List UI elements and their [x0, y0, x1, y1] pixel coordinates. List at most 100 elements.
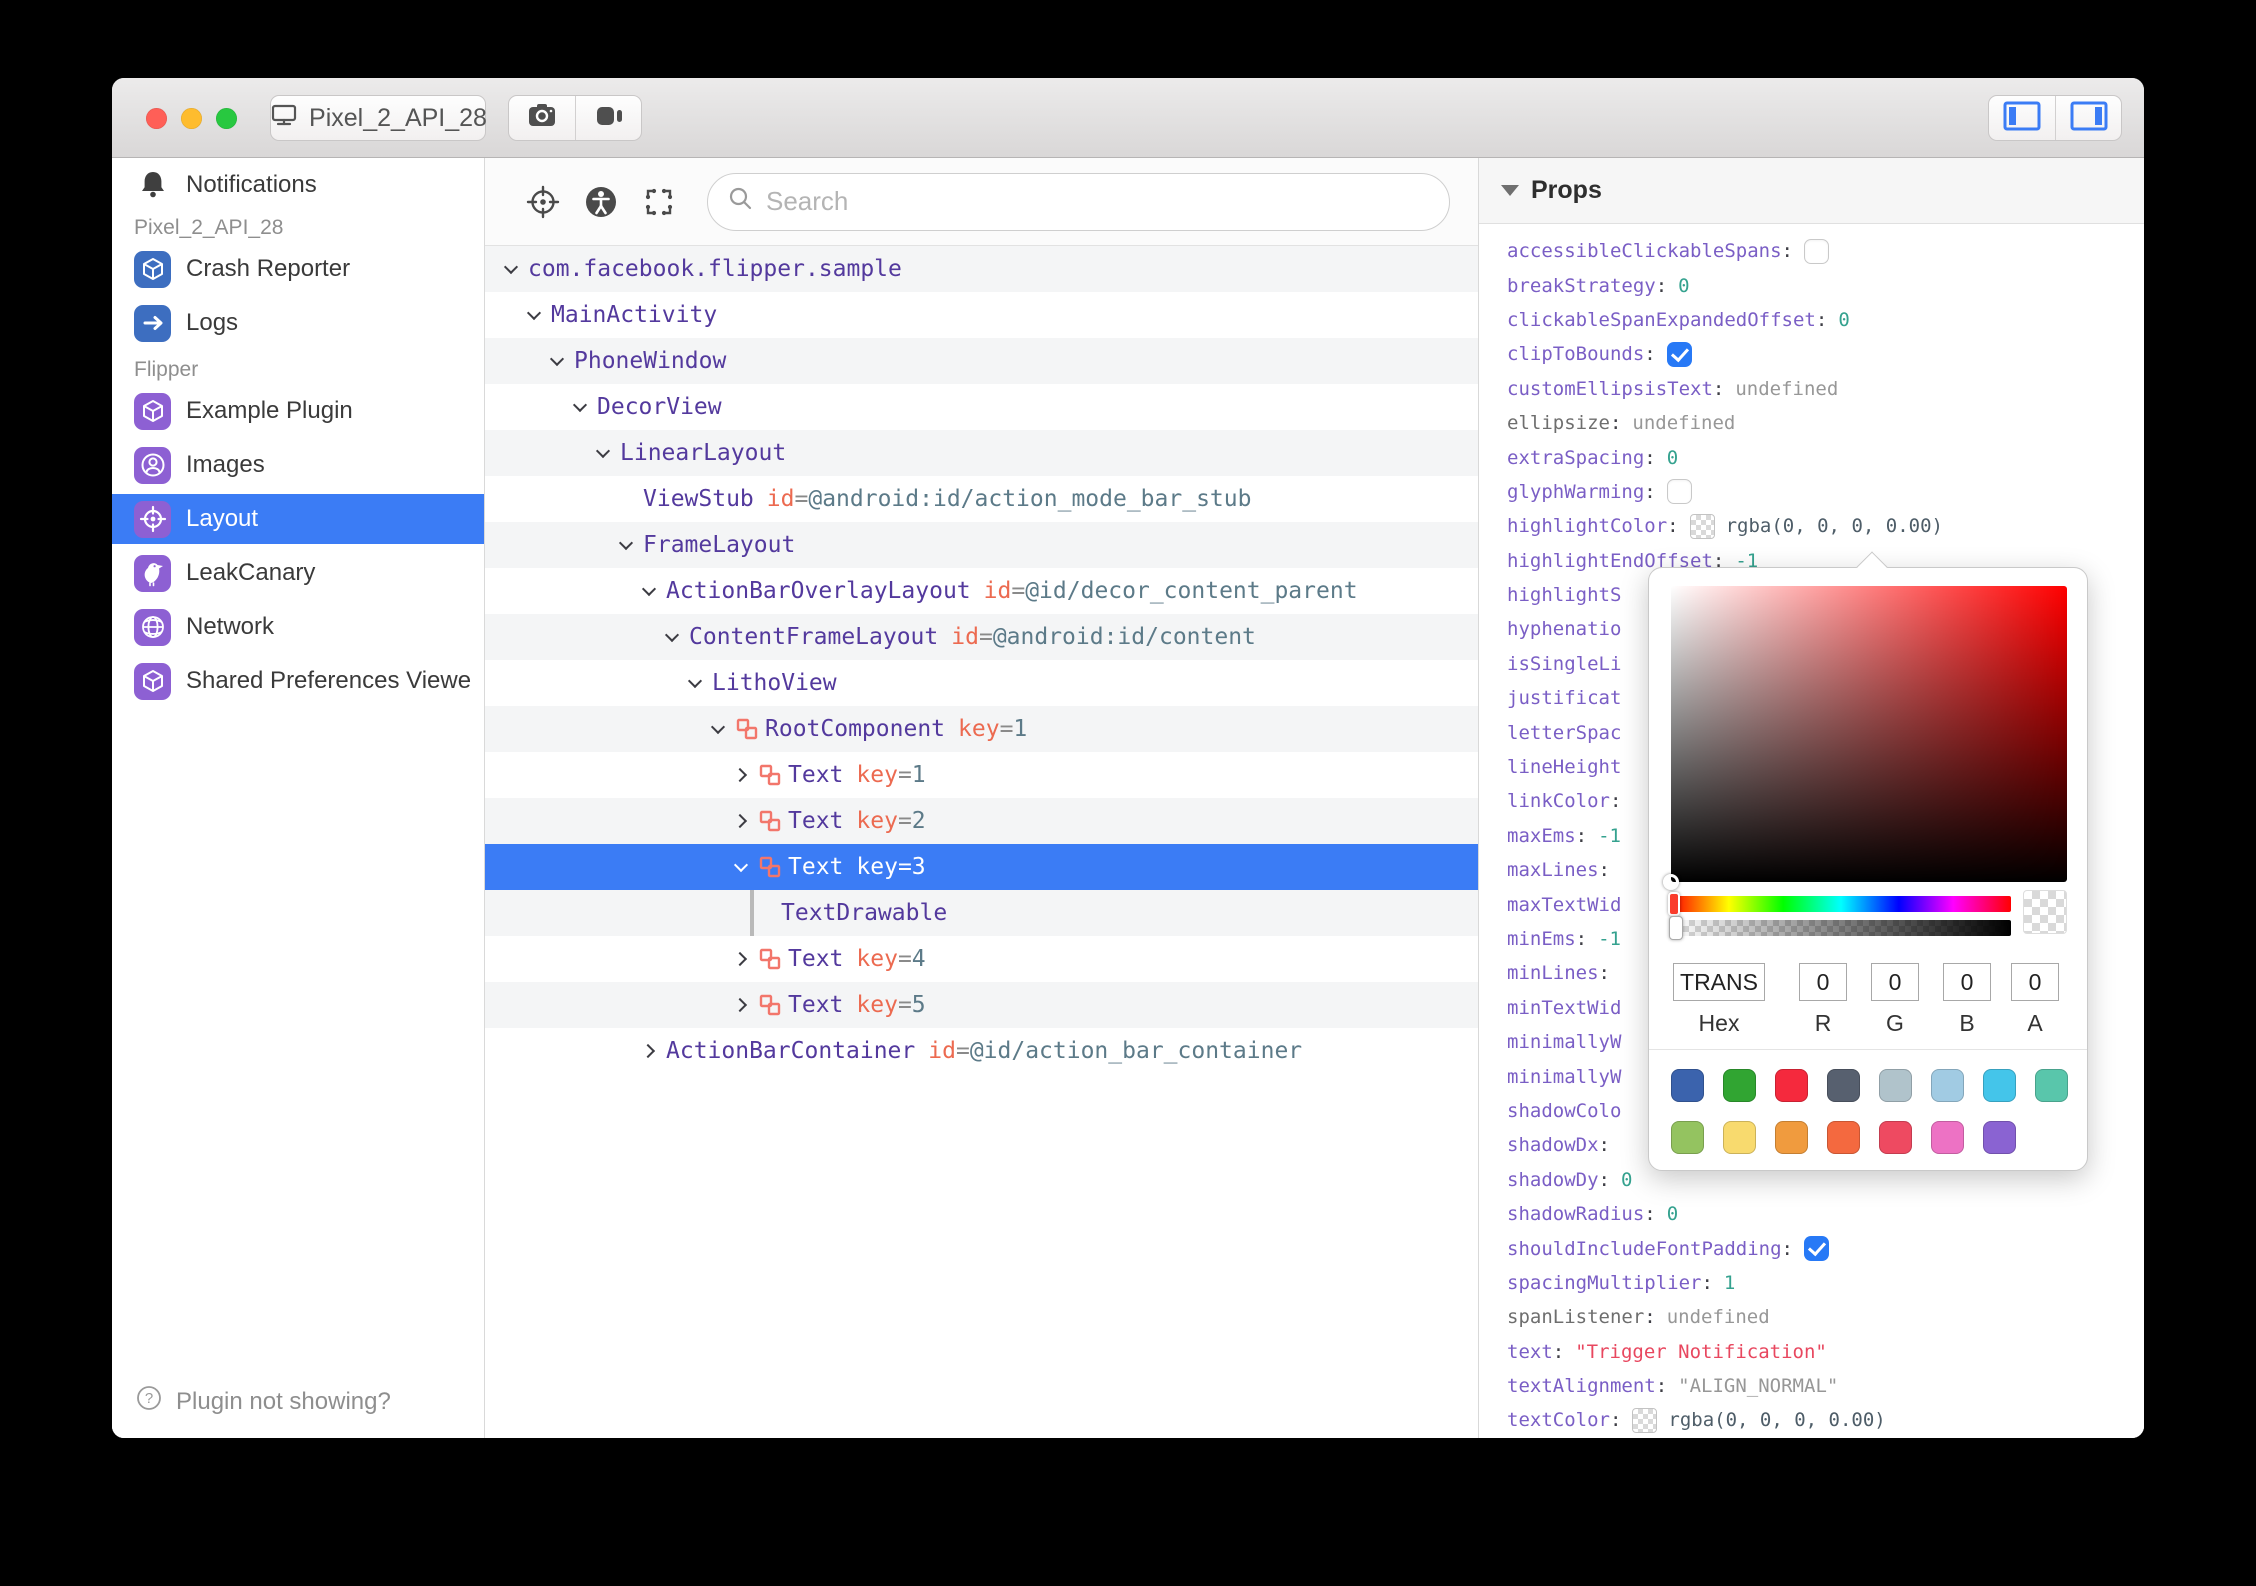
- chevron-right-icon[interactable]: [727, 798, 755, 844]
- preset-color[interactable]: [1931, 1069, 1964, 1102]
- tree-row[interactable]: MainActivity: [485, 292, 1478, 338]
- prop-row: spanListener: undefined: [1507, 1306, 1770, 1329]
- chevron-down-icon[interactable]: [681, 660, 709, 706]
- device-selector-button[interactable]: Pixel_2_API_28: [270, 95, 487, 141]
- tree-node-name: ViewStub: [643, 486, 754, 512]
- preset-color[interactable]: [1723, 1069, 1756, 1102]
- zoom-icon[interactable]: [216, 107, 237, 129]
- preset-color[interactable]: [1879, 1121, 1912, 1154]
- red-input[interactable]: [1799, 963, 1847, 1001]
- props-header[interactable]: Props: [1479, 158, 2144, 224]
- chevron-down-icon[interactable]: [727, 844, 755, 890]
- tree-row[interactable]: LinearLayout: [485, 430, 1478, 476]
- tree-row[interactable]: ActionBarContainer id=@id/action_bar_con…: [485, 1028, 1478, 1074]
- alpha-slider-handle[interactable]: [1669, 916, 1683, 940]
- target-icon[interactable]: [521, 180, 565, 224]
- tree-row-selected[interactable]: Text key=3: [485, 844, 1478, 890]
- sidebar-item-shared-preferences[interactable]: Shared Preferences Viewe: [112, 656, 484, 706]
- alpha-input[interactable]: [2011, 963, 2059, 1001]
- preset-color[interactable]: [1879, 1069, 1912, 1102]
- sidebar-item-images[interactable]: Images: [112, 440, 484, 490]
- checkbox-checked[interactable]: [1666, 341, 1692, 367]
- checkbox-checked[interactable]: [1804, 1236, 1829, 1262]
- tree-row[interactable]: RootComponent key=1: [485, 706, 1478, 752]
- litho-component-icon: [755, 982, 785, 1028]
- sidebar-item-notifications[interactable]: Notifications: [112, 160, 484, 210]
- tree-row[interactable]: TextDrawable: [485, 890, 1478, 936]
- expand-selection-icon[interactable]: [637, 180, 681, 224]
- chevron-down-icon[interactable]: [612, 522, 640, 568]
- tree-row[interactable]: PhoneWindow: [485, 338, 1478, 384]
- prop-row: highlightColor: rgba(0, 0, 0, 0.00): [1507, 513, 1943, 539]
- prop-row: clipToBounds:: [1507, 337, 2144, 371]
- preset-color[interactable]: [1827, 1121, 1860, 1154]
- chevron-right-icon[interactable]: [727, 936, 755, 982]
- plugin-help-link[interactable]: ? Plugin not showing?: [134, 1383, 391, 1420]
- saturation-square[interactable]: [1663, 586, 2067, 890]
- sidebar-item-label: Network: [186, 613, 275, 640]
- saturation-cursor[interactable]: [1663, 874, 1679, 890]
- accessibility-icon[interactable]: [579, 180, 623, 224]
- tree-row[interactable]: Text key=2: [485, 798, 1478, 844]
- chevron-down-icon[interactable]: [635, 568, 663, 614]
- tree-row[interactable]: FrameLayout: [485, 522, 1478, 568]
- chevron-down-icon[interactable]: [520, 292, 548, 338]
- bell-icon: [134, 167, 171, 204]
- color-swatch-button[interactable]: [1689, 513, 1715, 539]
- tree-row[interactable]: Text key=4: [485, 936, 1478, 982]
- search-input[interactable]: [766, 186, 1431, 217]
- toggle-right-panel-button[interactable]: [2055, 96, 2121, 140]
- preset-color[interactable]: [2035, 1069, 2068, 1102]
- minimize-icon[interactable]: [181, 107, 202, 129]
- tree-row[interactable]: DecorView: [485, 384, 1478, 430]
- preset-color[interactable]: [1983, 1121, 2016, 1154]
- green-input[interactable]: [1871, 963, 1919, 1001]
- chevron-down-icon[interactable]: [543, 338, 571, 384]
- preset-color[interactable]: [1671, 1069, 1704, 1102]
- tree-row[interactable]: ContentFrameLayout id=@android:id/conten…: [485, 614, 1478, 660]
- sidebar-item-crash-reporter[interactable]: Crash Reporter: [112, 244, 484, 294]
- sidebar-item-network[interactable]: Network: [112, 602, 484, 652]
- chevron-right-icon[interactable]: [727, 752, 755, 798]
- chevron-right-icon[interactable]: [727, 982, 755, 1028]
- preset-color[interactable]: [1931, 1121, 1964, 1154]
- alpha-slider[interactable]: [1669, 916, 2011, 940]
- chevron-right-icon[interactable]: [635, 1028, 663, 1074]
- sidebar-item-logs[interactable]: Logs: [112, 298, 484, 348]
- preset-color[interactable]: [1671, 1121, 1704, 1154]
- sidebar-item-layout[interactable]: Layout: [112, 494, 484, 544]
- tree-node-name: Text: [788, 946, 844, 972]
- video-camera-icon: [592, 99, 626, 138]
- chevron-down-icon[interactable]: [704, 706, 732, 752]
- tree-row[interactable]: ActionBarOverlayLayout id=@id/decor_cont…: [485, 568, 1478, 614]
- chevron-down-icon[interactable]: [589, 430, 617, 476]
- close-icon[interactable]: [146, 107, 167, 129]
- tree-row[interactable]: LithoView: [485, 660, 1478, 706]
- hue-slider-handle[interactable]: [1668, 892, 1680, 916]
- tree-row[interactable]: ViewStub id=@android:id/action_mode_bar_…: [485, 476, 1478, 522]
- hex-input[interactable]: [1673, 963, 1765, 1001]
- prop-row: customEllipsisText: undefined: [1507, 377, 1839, 400]
- chevron-down-icon[interactable]: [566, 384, 594, 430]
- preset-color[interactable]: [1723, 1121, 1756, 1154]
- preset-color[interactable]: [1775, 1121, 1808, 1154]
- sidebar-item-leakcanary[interactable]: LeakCanary: [112, 548, 484, 598]
- preset-color[interactable]: [1775, 1069, 1808, 1102]
- hue-slider[interactable]: [1668, 892, 2011, 916]
- search-bar[interactable]: [707, 172, 1450, 231]
- color-swatch-button[interactable]: [1632, 1407, 1658, 1433]
- preset-color[interactable]: [1983, 1069, 2016, 1102]
- screenshot-button[interactable]: [509, 96, 575, 140]
- tree-row[interactable]: Text key=1: [485, 752, 1478, 798]
- sidebar-item-example-plugin[interactable]: Example Plugin: [112, 386, 484, 436]
- blue-input[interactable]: [1943, 963, 1991, 1001]
- checkbox-unchecked[interactable]: [1804, 238, 1829, 264]
- tree-row[interactable]: Text key=5: [485, 982, 1478, 1028]
- preset-color[interactable]: [1827, 1069, 1860, 1102]
- chevron-down-icon[interactable]: [497, 246, 525, 292]
- tree-row[interactable]: com.facebook.flipper.sample: [485, 246, 1478, 292]
- record-video-button[interactable]: [575, 96, 641, 140]
- chevron-down-icon[interactable]: [658, 614, 686, 660]
- checkbox-unchecked[interactable]: [1666, 479, 1692, 505]
- toggle-left-panel-button[interactable]: [1989, 96, 2055, 140]
